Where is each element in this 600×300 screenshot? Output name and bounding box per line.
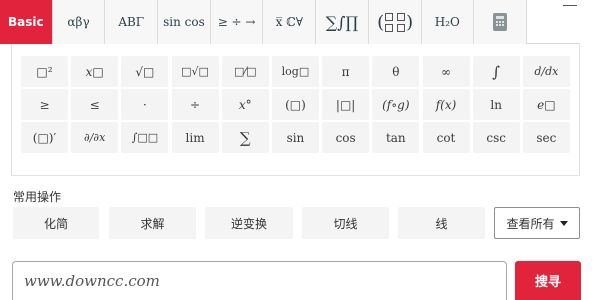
cot-key[interactable]: cot [422, 122, 470, 153]
absolute-key[interactable]: |□| [322, 89, 370, 120]
sqrt-key[interactable]: √□ [121, 56, 169, 87]
square-key[interactable]: □² [21, 56, 68, 87]
search-input[interactable] [12, 261, 507, 300]
calculator-icon [493, 13, 508, 31]
common-ops-title: 常用操作 [13, 190, 62, 204]
derivative-key[interactable]: d/dx [522, 56, 570, 87]
symbol-grid: □² x□ √□ □√□ □⁄□ log□ π θ ∞ ∫ d/dx ≥ ≤ · ÷ x° (□) |□| (f∘g… [21, 56, 570, 153]
search-button[interactable]: 搜寻 [515, 261, 581, 300]
dot-key[interactable]: · [121, 89, 169, 120]
divider [563, 5, 577, 6]
tab-calculus[interactable]: ∑∫∏ [316, 0, 369, 44]
lim-key[interactable]: lim [171, 122, 219, 153]
see-all-label: 查看所有 [506, 216, 555, 231]
inverse-button[interactable]: 逆变换 [205, 207, 293, 239]
function-key[interactable]: f(x) [422, 89, 470, 120]
csc-key[interactable]: csc [472, 122, 520, 153]
infinity-key[interactable]: ∞ [422, 56, 470, 87]
integral-key[interactable]: ∫ [472, 56, 520, 87]
simplify-button[interactable]: 化简 [13, 207, 99, 239]
symbol-panel: □² x□ √□ □√□ □⁄□ log□ π θ ∞ ∫ d/dx ≥ ≤ · ÷ x° (□) |□| (f∘g… [11, 44, 580, 176]
tab-calculator[interactable] [474, 0, 527, 44]
caret-down-icon [559, 220, 568, 226]
tab-chemistry[interactable]: H₂O [421, 0, 475, 44]
less-equal-key[interactable]: ≤ [71, 89, 119, 120]
power-key[interactable]: x□ [71, 56, 119, 87]
line-button[interactable]: 线 [398, 207, 485, 239]
degree-key[interactable]: x° [221, 89, 269, 120]
tab-greek-lowercase[interactable]: αβγ [52, 0, 106, 44]
matrix-icon: () [377, 11, 413, 33]
tab-notation[interactable]: x̅ ℂ∀ [263, 0, 317, 44]
exp-key[interactable]: e□ [522, 89, 570, 120]
sec-key[interactable]: sec [522, 122, 570, 153]
greater-equal-key[interactable]: ≥ [21, 89, 68, 120]
tab-greek-uppercase[interactable]: ΑΒΓ [105, 0, 159, 44]
tab-basic[interactable]: Basic [0, 0, 53, 44]
category-tab-bar: Basic αβγ ΑΒΓ sin cos ≥ ÷ → x̅ ℂ∀ ∑∫∏ ()… [0, 0, 580, 44]
ln-key[interactable]: ln [472, 89, 520, 120]
partial-key[interactable]: ∂/∂x [71, 122, 119, 153]
see-all-dropdown[interactable]: 查看所有 [494, 207, 580, 239]
sum-key[interactable]: ∑ [221, 122, 269, 153]
fraction-key[interactable]: □⁄□ [221, 56, 269, 87]
tab-trig[interactable]: sin cos [158, 0, 211, 44]
prime-key[interactable]: (□)′ [21, 122, 68, 153]
cos-key[interactable]: cos [322, 122, 370, 153]
tan-key[interactable]: tan [372, 122, 420, 153]
definite-integral-key[interactable]: ∫□□ [121, 122, 169, 153]
pi-key[interactable]: π [322, 56, 370, 87]
tab-matrix[interactable]: () [368, 0, 422, 44]
composition-key[interactable]: (f∘g) [372, 89, 420, 120]
nth-root-key[interactable]: □√□ [171, 56, 219, 87]
theta-key[interactable]: θ [372, 56, 420, 87]
divide-key[interactable]: ÷ [171, 89, 219, 120]
solve-button[interactable]: 求解 [109, 207, 196, 239]
log-base-key[interactable]: log□ [271, 56, 319, 87]
parentheses-key[interactable]: (□) [271, 89, 319, 120]
sin-key[interactable]: sin [271, 122, 319, 153]
tab-operators[interactable]: ≥ ÷ → [210, 0, 264, 44]
tangent-button[interactable]: 切线 [302, 207, 389, 239]
